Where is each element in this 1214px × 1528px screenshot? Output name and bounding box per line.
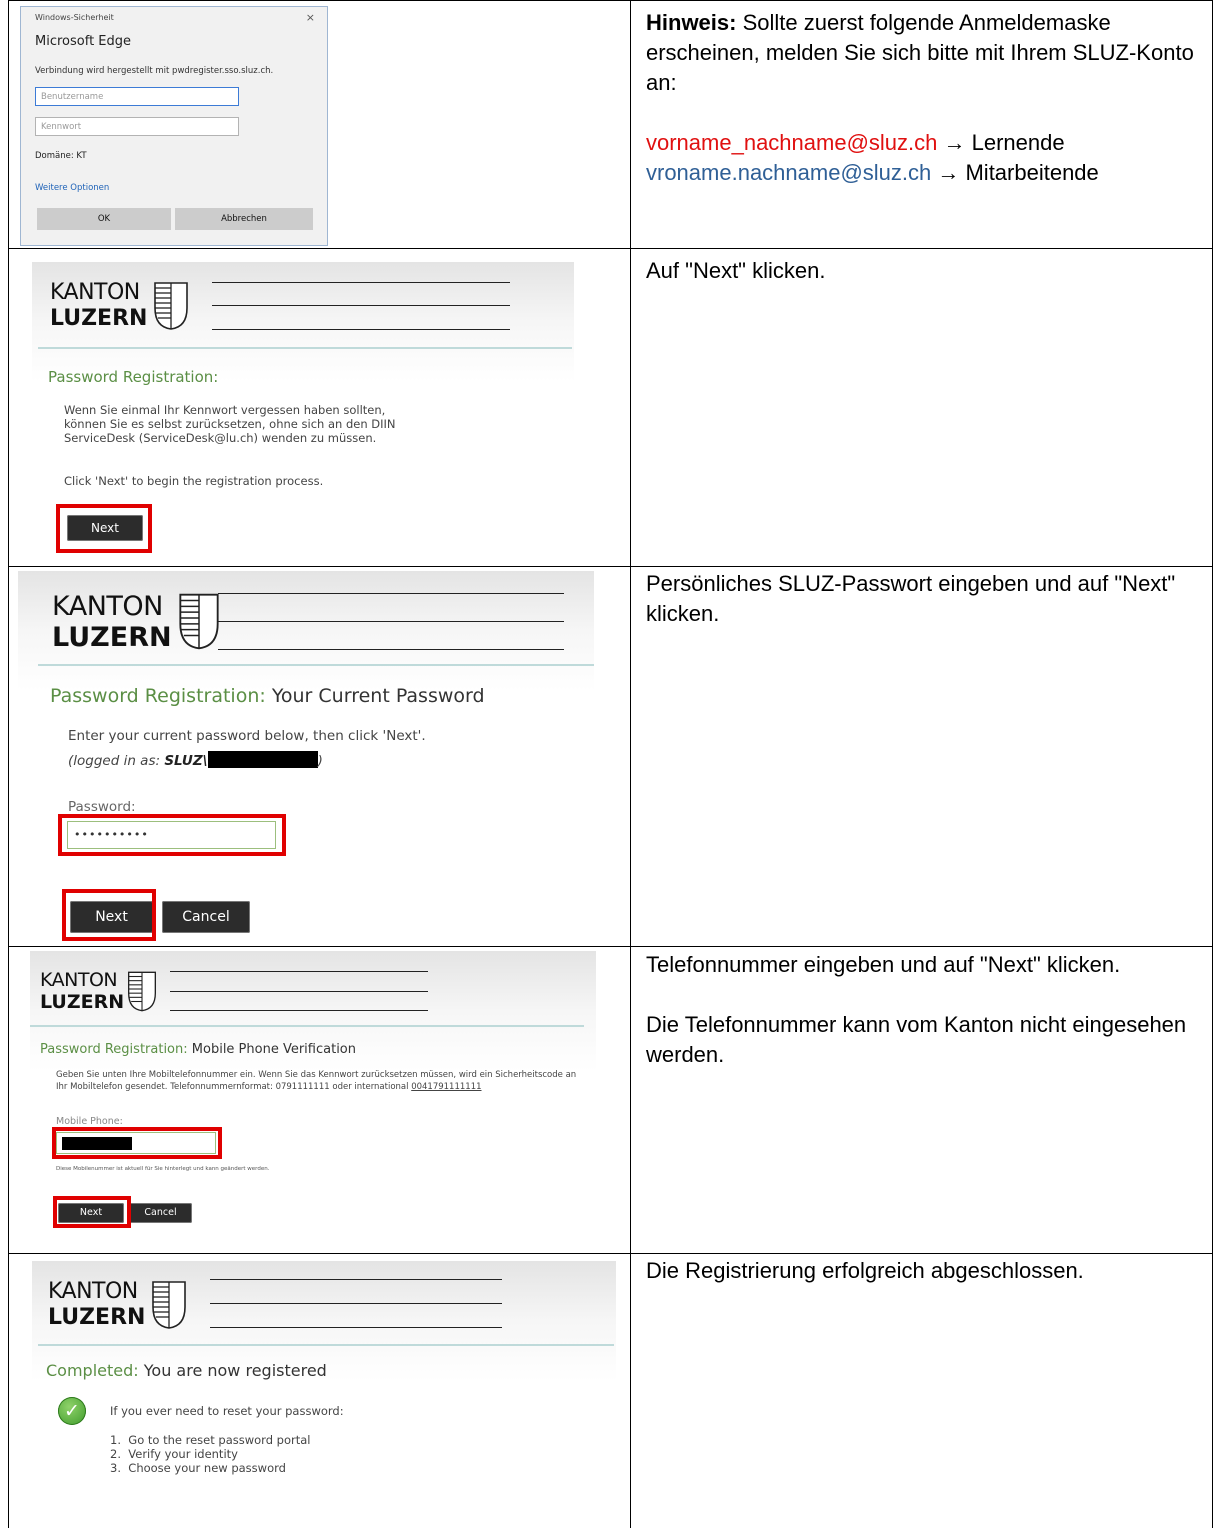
header-separator bbox=[38, 1344, 614, 1346]
step-3: 3. Choose your new password bbox=[110, 1461, 286, 1475]
row1-description: Hinweis: Sollte zuerst folgende Anmeldem… bbox=[646, 8, 1202, 188]
row-divider-2 bbox=[8, 566, 1213, 567]
row3-description: Persönliches SLUZ-Passwort eingeben und … bbox=[646, 571, 1176, 626]
staff-line: vroname.nachname@sluz.ch → Mitarbeitende bbox=[646, 158, 1202, 188]
header-separator bbox=[30, 1025, 584, 1027]
highlight-box bbox=[62, 889, 156, 941]
coat-of-arms-icon bbox=[154, 282, 188, 330]
dialog-caption: Windows-Sicherheit bbox=[35, 13, 114, 22]
header-line bbox=[218, 593, 564, 594]
row5-description: Die Registrierung erfolgreich abgeschlos… bbox=[646, 1258, 1084, 1283]
international-format-example: 0041791111111 bbox=[411, 1082, 482, 1092]
highlight-box bbox=[53, 1196, 131, 1228]
hint-paragraph: Hinweis: Sollte zuerst folgende Anmeldem… bbox=[646, 8, 1202, 98]
header-line bbox=[210, 1303, 502, 1304]
row-divider-3 bbox=[8, 946, 1213, 947]
registration-start-screenshot: KANTON LUZERN Password Registration: Wen… bbox=[32, 262, 574, 560]
instruction-text: Geben Sie unten Ihre Mobiltelefonnummer … bbox=[56, 1070, 577, 1092]
cancel-button[interactable]: Cancel bbox=[129, 1203, 192, 1223]
completed-intro: If you ever need to reset your password: bbox=[110, 1404, 344, 1418]
header-line bbox=[210, 1279, 502, 1280]
coat-of-arms-icon bbox=[179, 593, 219, 650]
dialog-message: Verbindung wird hergestellt mit pwdregis… bbox=[35, 66, 274, 76]
table-border-top bbox=[8, 0, 1213, 1]
row-divider-1 bbox=[8, 248, 1213, 249]
current-password-screenshot: KANTON LUZERN Password Registration: You… bbox=[18, 571, 594, 943]
highlight-box bbox=[52, 1127, 222, 1159]
instruction-text: Click 'Next' to begin the registration p… bbox=[64, 474, 324, 488]
page-title: Completed: You are now registered bbox=[46, 1361, 327, 1380]
page-title: Password Registration: Your Current Pass… bbox=[50, 685, 485, 707]
mobile-phone-label: Mobile Phone: bbox=[56, 1116, 123, 1127]
header-separator bbox=[38, 664, 594, 666]
dialog-title: Microsoft Edge bbox=[35, 34, 132, 49]
table-border-middle bbox=[630, 0, 631, 1528]
header-line bbox=[170, 1010, 428, 1011]
header-line bbox=[218, 649, 564, 650]
table-border-right bbox=[1212, 0, 1213, 1528]
redacted-username bbox=[207, 751, 318, 768]
page-title: Password Registration: Mobile Phone Veri… bbox=[40, 1042, 357, 1057]
completed-screenshot: KANTON LUZERN Completed: You are now reg… bbox=[32, 1261, 616, 1528]
more-options-link[interactable]: Weitere Optionen bbox=[35, 183, 109, 193]
learner-email: vorname_nachname@sluz.ch bbox=[646, 130, 938, 155]
header-line bbox=[170, 971, 428, 972]
header-line bbox=[210, 1327, 502, 1328]
header-line bbox=[212, 282, 510, 283]
page-title: Password Registration: bbox=[48, 368, 219, 386]
staff-email: vroname.nachname@sluz.ch bbox=[646, 160, 932, 185]
hint-label: Hinweis: bbox=[646, 10, 737, 35]
header-line bbox=[212, 329, 510, 330]
logged-in-user: SLUZ\ bbox=[164, 753, 208, 769]
header-line bbox=[218, 621, 564, 622]
phone-note: Diese Mobilenummer ist aktuell für Sie h… bbox=[56, 1166, 270, 1172]
instruction-table: Windows-Sicherheit × Microsoft Edge Verb… bbox=[0, 0, 1214, 1528]
ok-button[interactable]: OK bbox=[37, 208, 171, 230]
row4-description: Telefonnummer eingeben und auf "Next" kl… bbox=[646, 950, 1202, 1070]
coat-of-arms-icon bbox=[128, 971, 156, 1012]
row2-description: Auf "Next" klicken. bbox=[646, 258, 826, 283]
learner-line: vorname_nachname@sluz.ch → Lernende bbox=[646, 128, 1202, 158]
table-border-left bbox=[8, 0, 9, 1528]
header-separator bbox=[38, 347, 572, 349]
staff-role: → Mitarbeitende bbox=[931, 160, 1099, 185]
password-field[interactable]: Kennwort bbox=[35, 117, 239, 136]
phone-privacy-note: Die Telefonnummer kann vom Kanton nicht … bbox=[646, 1012, 1187, 1067]
learner-role: → Lernende bbox=[937, 130, 1065, 155]
mobile-phone-screenshot: KANTON LUZERN Password Registration: Mob… bbox=[30, 951, 596, 1251]
header-line bbox=[170, 991, 428, 992]
logged-in-line: (logged in as: SLUZ\) bbox=[68, 751, 323, 769]
domain-label: Domäne: KT bbox=[35, 151, 87, 161]
coat-of-arms-icon bbox=[152, 1281, 186, 1329]
cancel-button[interactable]: Abbrechen bbox=[175, 208, 313, 230]
username-field[interactable]: Benutzername bbox=[35, 87, 239, 106]
step-2: 2. Verify your identity bbox=[110, 1447, 238, 1461]
phone-instruction: Telefonnummer eingeben und auf "Next" kl… bbox=[646, 952, 1121, 977]
cancel-button[interactable]: Cancel bbox=[162, 901, 250, 933]
close-icon[interactable]: × bbox=[306, 11, 315, 24]
success-check-icon: ✓ bbox=[58, 1397, 86, 1425]
windows-security-dialog: Windows-Sicherheit × Microsoft Edge Verb… bbox=[20, 6, 328, 246]
step-1: 1. Go to the reset password portal bbox=[110, 1433, 311, 1447]
password-label: Password: bbox=[68, 799, 136, 815]
header-line bbox=[212, 305, 510, 306]
instruction-text: Enter your current password below, then … bbox=[68, 728, 426, 744]
intro-text: Wenn Sie einmal Ihr Kennwort vergessen h… bbox=[64, 403, 396, 445]
highlight-box bbox=[58, 814, 286, 856]
highlight-box bbox=[56, 504, 152, 553]
row-divider-4 bbox=[8, 1253, 1213, 1254]
